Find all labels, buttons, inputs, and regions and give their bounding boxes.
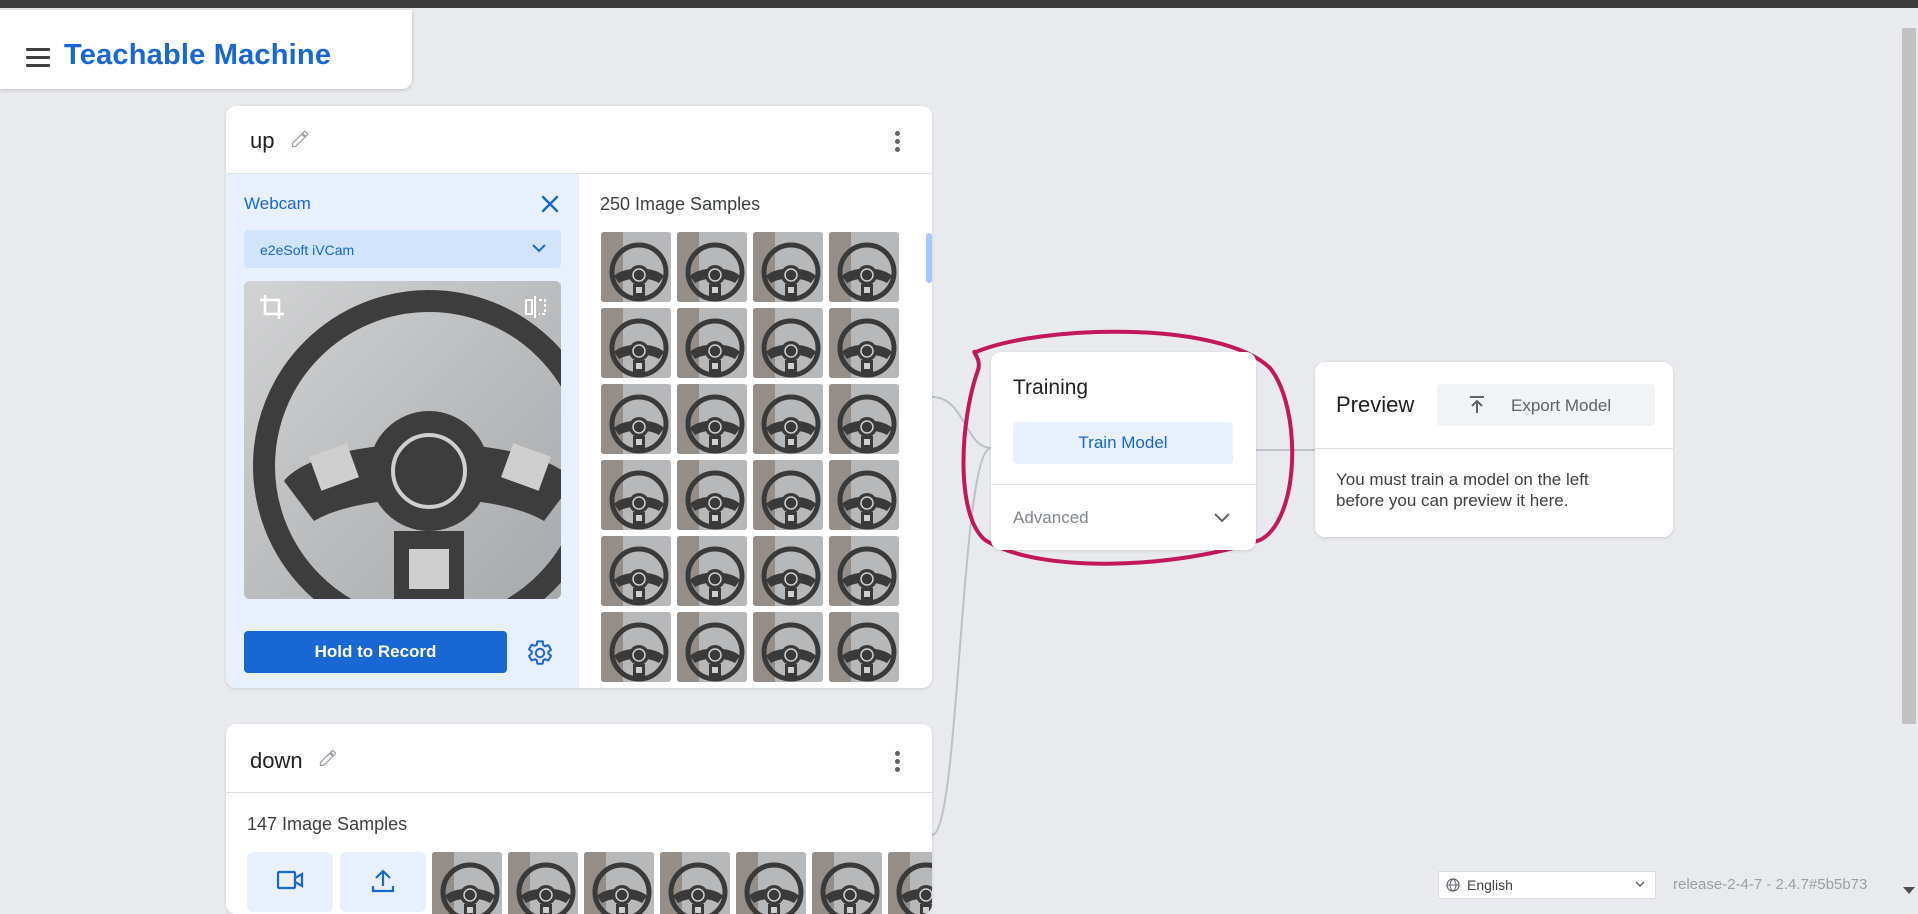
hold-to-record-button[interactable]: Hold to Record [244,631,507,673]
page-scrollbar[interactable] [1902,28,1916,724]
sample-thumbnail[interactable] [601,460,671,530]
language-select[interactable]: English [1438,871,1656,899]
sample-thumbnail[interactable] [829,460,899,530]
sample-thumbnail[interactable] [753,612,823,682]
more-options-icon[interactable] [895,751,901,773]
chevron-down-icon [1635,881,1645,888]
sample-thumbnail[interactable] [829,308,899,378]
sample-thumbnail[interactable] [677,232,747,302]
sample-thumbnail[interactable] [677,384,747,454]
sample-thumbnail[interactable] [888,852,932,914]
preview-message: You must train a model on the left befor… [1336,470,1589,510]
sample-thumbnail[interactable] [753,232,823,302]
webcam-label: Webcam [244,194,311,213]
language-label: English [1467,877,1513,893]
train-model-button[interactable]: Train Model [1013,422,1233,464]
sample-thumbnail[interactable] [677,460,747,530]
webcam-panel: Webcam e2eSoft iVCam Hold to Record [226,174,579,688]
menu-icon[interactable] [26,48,50,68]
flip-icon[interactable] [522,293,550,321]
sample-thumbnail[interactable] [432,852,502,914]
browser-top-strip [0,0,1918,8]
training-card: Training Train Model Advanced [991,352,1256,550]
sample-thumbnail[interactable] [736,852,806,914]
chevron-down-icon [532,244,546,253]
class-name[interactable]: down [250,748,303,774]
sample-thumbnail[interactable] [601,384,671,454]
device-name: e2eSoft iVCam [260,242,355,258]
training-divider [991,484,1256,485]
upload-icon [371,869,395,893]
export-model-button[interactable]: Export Model [1437,384,1655,426]
preview-title: Preview [1336,392,1415,417]
advanced-toggle[interactable]: Advanced [1013,508,1089,528]
export-icon [1470,396,1484,413]
header-divider [226,792,932,793]
webcam-icon [276,870,304,890]
release-version: release-2-4-7 - 2.4.7#5b5b73 [1673,876,1868,893]
upload-button[interactable] [340,852,426,912]
sample-thumbnail[interactable] [601,308,671,378]
edit-pencil-icon[interactable] [318,748,338,768]
sample-thumbnail[interactable] [677,536,747,606]
samples-count: 147 Image Samples [247,814,408,834]
sample-thumbnail[interactable] [660,852,730,914]
samples-count: 250 Image Samples [600,194,761,214]
sample-thumbnail[interactable] [753,384,823,454]
sample-thumbnail[interactable] [753,536,823,606]
close-icon[interactable] [540,194,560,214]
class-card-up: up Webcam e2eSoft iVCam Hold to Record 2… [226,106,932,688]
globe-icon [1446,878,1460,892]
preview-divider [1315,448,1673,449]
sample-thumbnail[interactable] [753,460,823,530]
preview-card: Preview Export Model You must train a mo… [1315,362,1673,537]
app-header: Teachable Machine [0,10,412,89]
class-card-down: down 147 Image Samples [226,724,932,914]
sample-thumbnail[interactable] [601,232,671,302]
sample-thumbnail[interactable] [829,232,899,302]
gear-icon[interactable] [526,639,554,667]
sample-thumbnail[interactable] [677,308,747,378]
scroll-down-arrow[interactable] [1903,887,1915,894]
more-options-icon[interactable] [895,131,901,153]
sample-scrollbar[interactable] [926,233,932,283]
sample-thumbnail[interactable] [508,852,578,914]
sample-thumbnail[interactable] [753,308,823,378]
sample-thumbnail[interactable] [829,536,899,606]
training-title: Training [1013,376,1089,399]
export-label: Export Model [1511,396,1612,415]
camera-device-select[interactable]: e2eSoft iVCam [244,230,561,268]
chevron-down-icon[interactable] [1213,512,1231,524]
sample-thumbnail[interactable] [829,384,899,454]
sample-thumbnail[interactable] [677,612,747,682]
webcam-preview [244,281,561,599]
webcam-button[interactable] [247,852,333,912]
sample-strip [432,852,932,914]
sample-thumbnail[interactable] [601,536,671,606]
sample-grid [601,232,906,682]
sample-thumbnail[interactable] [601,612,671,682]
edit-pencil-icon[interactable] [290,129,310,149]
sample-thumbnail[interactable] [812,852,882,914]
crop-icon[interactable] [258,293,286,321]
class-name[interactable]: up [250,128,274,154]
sample-thumbnail[interactable] [584,852,654,914]
app-title[interactable]: Teachable Machine [64,39,331,72]
sample-thumbnail[interactable] [829,612,899,682]
